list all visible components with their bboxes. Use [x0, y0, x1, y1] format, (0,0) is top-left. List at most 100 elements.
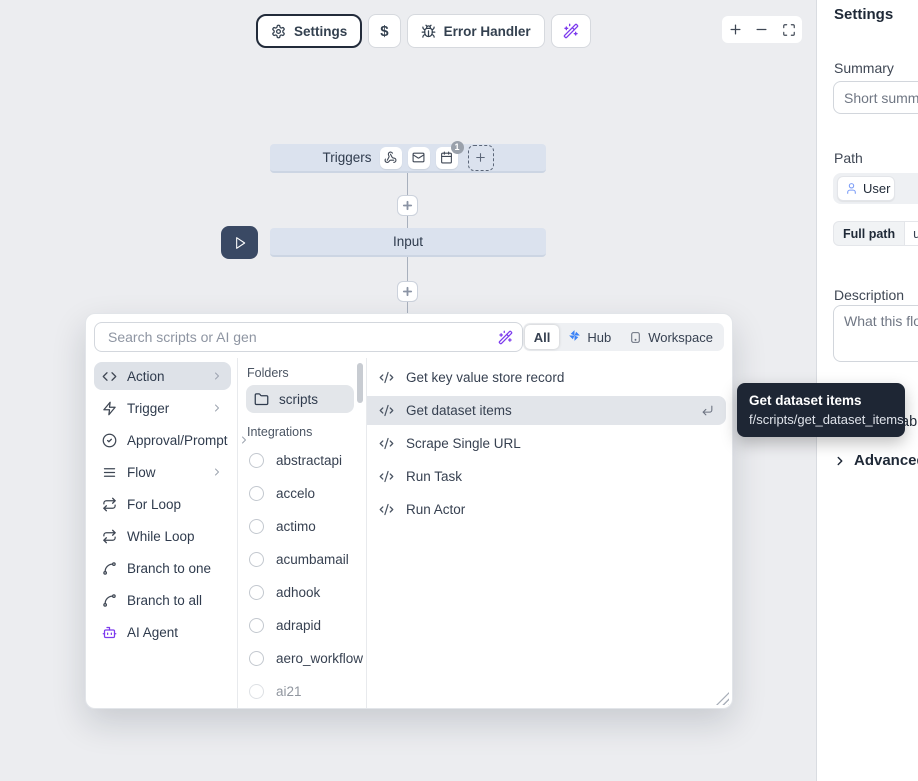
summary-label: Summary — [834, 60, 894, 76]
webhook-icon — [384, 151, 397, 164]
owner-user-button[interactable]: User — [837, 176, 895, 201]
repeat-icon — [102, 497, 117, 512]
dollar-button[interactable]: $ — [368, 14, 400, 48]
insert-step-button-bottom[interactable] — [397, 281, 418, 302]
result-label: Get dataset items — [406, 403, 512, 418]
description-textarea[interactable] — [833, 305, 918, 362]
user-icon — [845, 182, 858, 195]
integration-logo-icon — [249, 618, 264, 633]
sidebar-item-branch-to-all[interactable]: Branch to all — [94, 586, 231, 614]
sidebar-item-ai-agent[interactable]: AI Agent — [94, 618, 231, 646]
integration-logo-icon — [249, 519, 264, 534]
owner-toggle-group: User — [833, 173, 918, 204]
zap-icon — [102, 401, 117, 416]
add-trigger-button[interactable] — [468, 145, 494, 171]
ai-wand-button[interactable] — [551, 14, 591, 48]
zoom-in-button[interactable] — [724, 19, 746, 41]
tab-workspace[interactable]: Workspace — [620, 325, 722, 349]
sidebar-item-label: Branch to all — [127, 593, 202, 608]
fit-view-button[interactable] — [778, 19, 800, 41]
email-trigger-button[interactable] — [408, 147, 430, 169]
sidebar-item-approval[interactable]: Approval/Prompt — [94, 426, 231, 454]
insert-step-button-top[interactable] — [397, 195, 418, 216]
integration-item[interactable]: accelo — [246, 477, 354, 510]
integration-item[interactable]: aero_workflow — [246, 642, 354, 675]
workspace-icon — [629, 331, 642, 344]
sidebar-item-branch-to-one[interactable]: Branch to one — [94, 554, 231, 582]
code-xml-icon — [379, 502, 394, 517]
step-type-sidebar: Action Trigger Approval/Prompt Flow — [86, 358, 238, 708]
integrations-scrollbar[interactable] — [357, 363, 363, 403]
sidebar-item-flow[interactable]: Flow — [94, 458, 231, 486]
sidebar-item-label: Flow — [127, 465, 156, 480]
result-item[interactable]: Scrape Single URL — [367, 429, 726, 458]
tab-all[interactable]: All — [525, 325, 560, 349]
integration-label: adhook — [276, 585, 320, 600]
summary-input[interactable] — [833, 81, 918, 114]
full-path-value[interactable]: u/ — [904, 222, 918, 245]
integration-label: acumbamail — [276, 552, 349, 567]
folders-integrations-column: Folders scripts Integrations abstractapi… — [238, 358, 367, 708]
chevron-right-icon — [833, 454, 847, 468]
mail-icon — [412, 151, 425, 164]
integration-item[interactable]: abstractapi — [246, 444, 354, 477]
repeat-icon — [102, 529, 117, 544]
result-item-selected[interactable]: Get dataset items — [367, 396, 726, 425]
schedule-trigger-button[interactable]: 1 — [436, 147, 458, 169]
calendar-icon — [440, 151, 453, 164]
result-label: Run Actor — [406, 502, 465, 517]
top-toolbar: Settings $ Error Handler — [256, 14, 591, 48]
branch-spline-icon — [102, 561, 117, 576]
folder-icon — [254, 392, 269, 407]
result-label: Scrape Single URL — [406, 436, 521, 451]
run-flow-button[interactable] — [221, 226, 258, 259]
chevron-right-icon — [211, 466, 223, 478]
folder-item-scripts[interactable]: scripts — [246, 385, 354, 413]
sidebar-item-action[interactable]: Action — [94, 362, 231, 390]
result-item[interactable]: Run Actor — [367, 495, 726, 524]
integrations-section-label: Integrations — [247, 425, 354, 439]
webhook-trigger-button[interactable] — [380, 147, 402, 169]
integration-item[interactable]: adhook — [246, 576, 354, 609]
dollar-icon: $ — [380, 23, 388, 40]
sidebar-item-for-loop[interactable]: For Loop — [94, 490, 231, 518]
sidebar-item-label: While Loop — [127, 529, 195, 544]
triggers-node[interactable]: Triggers 1 — [270, 144, 546, 173]
result-item[interactable]: Get key value store record — [367, 363, 726, 392]
chevron-right-icon — [211, 402, 223, 414]
sidebar-item-trigger[interactable]: Trigger — [94, 394, 231, 422]
advanced-section-toggle[interactable]: Advanced — [833, 452, 918, 469]
sidebar-item-label: For Loop — [127, 497, 181, 512]
code-icon — [102, 369, 117, 384]
integration-item[interactable]: adrapid — [246, 609, 354, 642]
chevron-right-icon — [211, 370, 223, 382]
code-xml-icon — [379, 403, 394, 418]
tab-hub-label: Hub — [587, 330, 611, 345]
advanced-label: Advanced — [854, 452, 918, 469]
ai-generate-icon[interactable] — [498, 330, 513, 345]
settings-button[interactable]: Settings — [256, 14, 362, 48]
result-tooltip: Get dataset items f/scripts/get_dataset_… — [737, 383, 905, 437]
input-node-label: Input — [393, 234, 423, 249]
integration-label: abstractapi — [276, 453, 342, 468]
error-handler-button[interactable]: Error Handler — [407, 14, 545, 48]
search-input[interactable] — [106, 328, 498, 346]
error-handler-label: Error Handler — [444, 24, 531, 39]
integration-logo-icon — [249, 486, 264, 501]
code-xml-icon — [379, 370, 394, 385]
integration-item[interactable]: ai21 — [246, 675, 354, 708]
integration-item[interactable]: actimo — [246, 510, 354, 543]
tab-hub[interactable]: Hub — [559, 325, 620, 349]
hub-windmill-icon — [568, 329, 581, 345]
folder-item-label: scripts — [279, 392, 318, 407]
integration-logo-icon — [249, 651, 264, 666]
zoom-out-button[interactable] — [751, 19, 773, 41]
sidebar-item-while-loop[interactable]: While Loop — [94, 522, 231, 550]
triggers-node-label: Triggers — [322, 150, 371, 165]
code-xml-icon — [379, 436, 394, 451]
result-item[interactable]: Run Task — [367, 462, 726, 491]
tooltip-path: f/scripts/get_dataset_items — [749, 410, 893, 429]
input-node[interactable]: Input — [270, 228, 546, 257]
integration-item[interactable]: acumbamail — [246, 543, 354, 576]
menu-lines-icon — [102, 465, 117, 480]
